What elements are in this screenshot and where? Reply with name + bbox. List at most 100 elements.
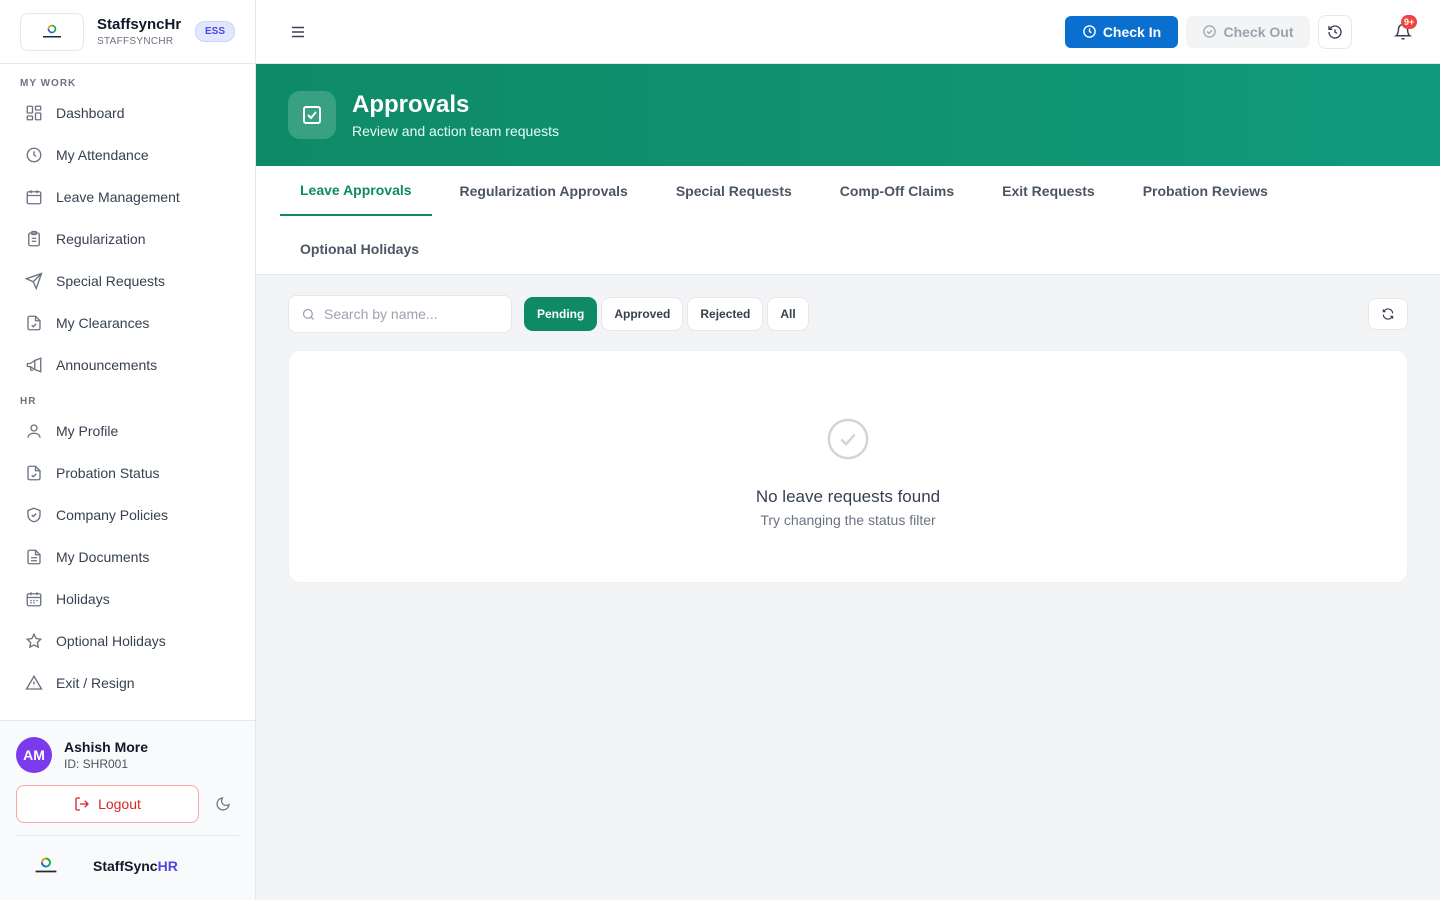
approval-tabs: Leave Approvals Regularization Approvals… bbox=[256, 166, 1440, 275]
megaphone-icon bbox=[24, 355, 44, 375]
sidebar-item-label: Probation Status bbox=[56, 465, 160, 481]
footer-name-main: StaffSync bbox=[93, 858, 158, 874]
grid-icon bbox=[24, 103, 44, 123]
footer-brand-name: StaffSyncHR bbox=[93, 858, 178, 874]
check-circle-icon bbox=[1203, 25, 1217, 38]
tab-special-requests[interactable]: Special Requests bbox=[656, 166, 812, 216]
footer-logo bbox=[16, 850, 76, 882]
sidebar-item-regularization[interactable]: Regularization bbox=[0, 218, 255, 260]
status-filter-pending[interactable]: Pending bbox=[524, 297, 598, 331]
sidebar-item-holidays[interactable]: Holidays bbox=[0, 578, 255, 620]
sidebar-item-label: Announcements bbox=[56, 357, 158, 373]
sidebar-item-label: My Documents bbox=[56, 549, 150, 565]
logout-button[interactable]: Logout bbox=[16, 785, 199, 823]
history-button[interactable] bbox=[1318, 14, 1352, 49]
empty-state-subtitle: Try changing the status filter bbox=[760, 512, 936, 528]
footer-name-suffix: HR bbox=[157, 858, 178, 874]
footer-brand: StaffSyncHR bbox=[16, 835, 239, 882]
my-work-nav: Dashboard My Attendance Leave Management… bbox=[0, 92, 255, 386]
sidebar-item-label: Optional Holidays bbox=[56, 633, 166, 649]
refresh-button[interactable] bbox=[1368, 298, 1408, 330]
section-label-hr: HR bbox=[20, 396, 37, 407]
sidebar-item-probation-status[interactable]: Probation Status bbox=[0, 452, 255, 494]
tab-probation-reviews[interactable]: Probation Reviews bbox=[1123, 166, 1288, 216]
star-icon bbox=[24, 631, 44, 651]
warning-icon bbox=[24, 673, 44, 693]
tab-comp-off-claims[interactable]: Comp-Off Claims bbox=[820, 166, 974, 216]
sidebar-item-my-profile[interactable]: My Profile bbox=[0, 410, 255, 452]
check-circle-icon bbox=[825, 416, 871, 467]
check-in-button[interactable]: Check In bbox=[1065, 15, 1178, 48]
tab-exit-requests[interactable]: Exit Requests bbox=[982, 166, 1115, 216]
history-icon bbox=[1328, 24, 1342, 39]
sidebar-item-my-documents[interactable]: My Documents bbox=[0, 536, 255, 578]
search-box bbox=[288, 295, 512, 333]
hr-nav: My Profile Probation Status Company Poli… bbox=[0, 410, 255, 704]
empty-state-title: No leave requests found bbox=[755, 487, 941, 506]
avatar[interactable]: AM bbox=[16, 737, 52, 773]
status-filter-approved[interactable]: Approved bbox=[601, 297, 684, 331]
clock-icon bbox=[24, 145, 44, 165]
brand-header: StaffsyncHr STAFFSYNCHR ESS bbox=[0, 0, 255, 64]
sidebar: StaffsyncHr STAFFSYNCHR ESS MY WORK Dash… bbox=[0, 0, 256, 900]
user-id: ID: SHR001 bbox=[64, 757, 129, 771]
moon-icon[interactable] bbox=[213, 794, 233, 814]
document-icon bbox=[24, 547, 44, 567]
user-name: Ashish More bbox=[64, 739, 149, 755]
user-icon bbox=[24, 421, 44, 441]
ess-badge: ESS bbox=[194, 21, 235, 42]
sidebar-item-leave-management[interactable]: Leave Management bbox=[0, 176, 255, 218]
page-banner: Approvals Review and action team request… bbox=[256, 64, 1440, 166]
brand-subtitle: STAFFSYNCHR bbox=[97, 36, 174, 47]
page-subtitle: Review and action team requests bbox=[352, 123, 559, 139]
sidebar-item-label: Leave Management bbox=[56, 189, 180, 205]
file-check-icon bbox=[24, 463, 44, 483]
clock-icon bbox=[1083, 25, 1096, 38]
status-filter-rejected[interactable]: Rejected bbox=[687, 297, 764, 331]
check-in-label: Check In bbox=[1102, 23, 1162, 40]
tab-leave-approvals[interactable]: Leave Approvals bbox=[280, 166, 432, 216]
file-check-icon bbox=[24, 313, 44, 333]
refresh-icon bbox=[1382, 308, 1394, 320]
section-label-my-work: MY WORK bbox=[20, 78, 77, 89]
sidebar-item-label: My Profile bbox=[56, 423, 119, 439]
check-square-icon bbox=[288, 91, 336, 139]
search-input[interactable] bbox=[324, 306, 494, 322]
notifications-button[interactable]: 9+ bbox=[1392, 14, 1418, 43]
status-filter-all[interactable]: All bbox=[767, 297, 809, 331]
sidebar-item-special-requests[interactable]: Special Requests bbox=[0, 260, 255, 302]
sidebar-item-label: My Clearances bbox=[56, 315, 150, 331]
search-icon bbox=[302, 308, 314, 320]
sidebar-item-my-attendance[interactable]: My Attendance bbox=[0, 134, 255, 176]
logout-label: Logout bbox=[98, 796, 141, 812]
filter-bar: Pending Approved Rejected All bbox=[288, 295, 1408, 333]
sidebar-item-label: Exit / Resign bbox=[56, 675, 135, 691]
page-title: Approvals bbox=[352, 91, 470, 118]
send-icon bbox=[24, 271, 44, 291]
sidebar-item-label: Special Requests bbox=[56, 273, 165, 289]
clipboard-icon bbox=[24, 229, 44, 249]
check-out-button[interactable]: Check Out bbox=[1186, 15, 1310, 48]
sidebar-item-label: Holidays bbox=[56, 591, 110, 607]
tab-regularization-approvals[interactable]: Regularization Approvals bbox=[440, 166, 648, 216]
sidebar-item-my-clearances[interactable]: My Clearances bbox=[0, 302, 255, 344]
brand-logo[interactable] bbox=[20, 12, 84, 51]
shield-check-icon bbox=[24, 505, 44, 525]
calendar-icon bbox=[24, 187, 44, 207]
sidebar-item-label: Regularization bbox=[56, 231, 146, 247]
sidebar-item-dashboard[interactable]: Dashboard bbox=[0, 92, 255, 134]
sidebar-item-company-policies[interactable]: Company Policies bbox=[0, 494, 255, 536]
hamburger-menu-icon[interactable] bbox=[288, 22, 308, 42]
sidebar-item-label: Dashboard bbox=[56, 105, 125, 121]
sidebar-item-optional-holidays[interactable]: Optional Holidays bbox=[0, 620, 255, 662]
tab-optional-holidays[interactable]: Optional Holidays bbox=[280, 224, 439, 274]
brand-name: StaffsyncHr bbox=[97, 16, 182, 33]
calendar-grid-icon bbox=[24, 589, 44, 609]
logout-icon bbox=[75, 797, 90, 811]
sidebar-item-label: My Attendance bbox=[56, 147, 149, 163]
check-out-label: Check Out bbox=[1223, 23, 1294, 40]
sidebar-item-announcements[interactable]: Announcements bbox=[0, 344, 255, 386]
sidebar-item-exit-resign[interactable]: Exit / Resign bbox=[0, 662, 255, 704]
sidebar-item-label: Company Policies bbox=[56, 507, 169, 523]
top-bar: Check In Check Out 9+ bbox=[256, 0, 1440, 64]
